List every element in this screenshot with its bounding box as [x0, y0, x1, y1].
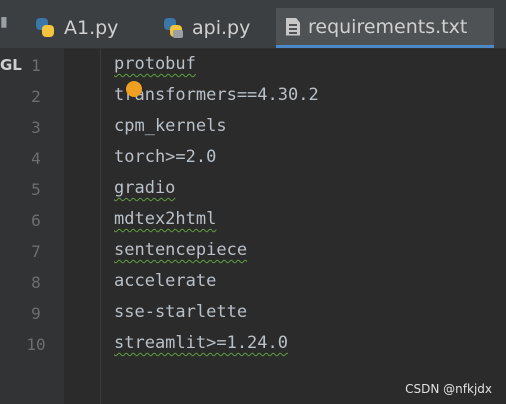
line-number: 4 [31, 149, 41, 168]
code-text: protobuf [114, 54, 196, 74]
line-number: 9 [31, 304, 41, 323]
intention-bulb-icon[interactable] [126, 81, 142, 97]
code-text: accelerate [114, 271, 217, 291]
code-text: transformers==4.30.2 [114, 85, 319, 105]
code-text: cpm_kernels [114, 116, 227, 136]
line-number: 8 [31, 273, 41, 292]
line-number: 1 [31, 56, 41, 75]
editor-tab-bar: ▮ A1.py api.py requirements.txt [0, 0, 506, 48]
code-line[interactable]: sse-starlette [114, 302, 247, 322]
line-number: 2 [31, 87, 41, 106]
line-number: 6 [31, 211, 41, 230]
code-line[interactable]: transformers==4.30.2 [114, 85, 319, 105]
tab-requirements-txt[interactable]: requirements.txt [276, 8, 494, 48]
tab-scroll-left-icon[interactable]: ▮ [0, 14, 12, 48]
tab-label: api.py [192, 17, 251, 39]
code-text: sentencepiece [114, 240, 248, 260]
editor-left-margin [100, 49, 101, 404]
tab-label: A1.py [64, 17, 119, 39]
python-file-icon [34, 17, 56, 39]
code-line[interactable]: accelerate [114, 271, 216, 291]
code-line[interactable]: torch>=2.0 [114, 147, 216, 167]
code-line[interactable]: mdtex2html [114, 209, 216, 229]
line-number: 10 [26, 335, 46, 354]
code-text: gradio [114, 178, 176, 198]
text-file-icon [286, 17, 300, 36]
code-line[interactable]: gradio [114, 178, 175, 198]
code-line[interactable]: cpm_kernels [114, 116, 227, 136]
watermark: CSDN @nfkjdx [405, 382, 492, 396]
code-text: mdtex2html [114, 209, 217, 229]
tab-api-py[interactable]: api.py [152, 8, 276, 48]
line-number: 3 [31, 118, 41, 137]
line-number: 5 [31, 180, 41, 199]
tab-label: requirements.txt [308, 15, 468, 38]
line-number: 7 [31, 242, 41, 261]
tab-bar-divider [0, 48, 506, 49]
python-file-icon [162, 17, 184, 39]
code-text: streamlit>=1.24.0 [114, 333, 288, 353]
code-line[interactable]: protobuf [114, 54, 196, 74]
code-line[interactable]: sentencepiece [114, 240, 247, 260]
code-text: torch>=2.0 [114, 147, 217, 167]
tab-a1-py[interactable]: A1.py [24, 8, 152, 48]
code-text: sse-starlette [114, 302, 248, 322]
code-line[interactable]: streamlit>=1.24.0 [114, 333, 288, 353]
